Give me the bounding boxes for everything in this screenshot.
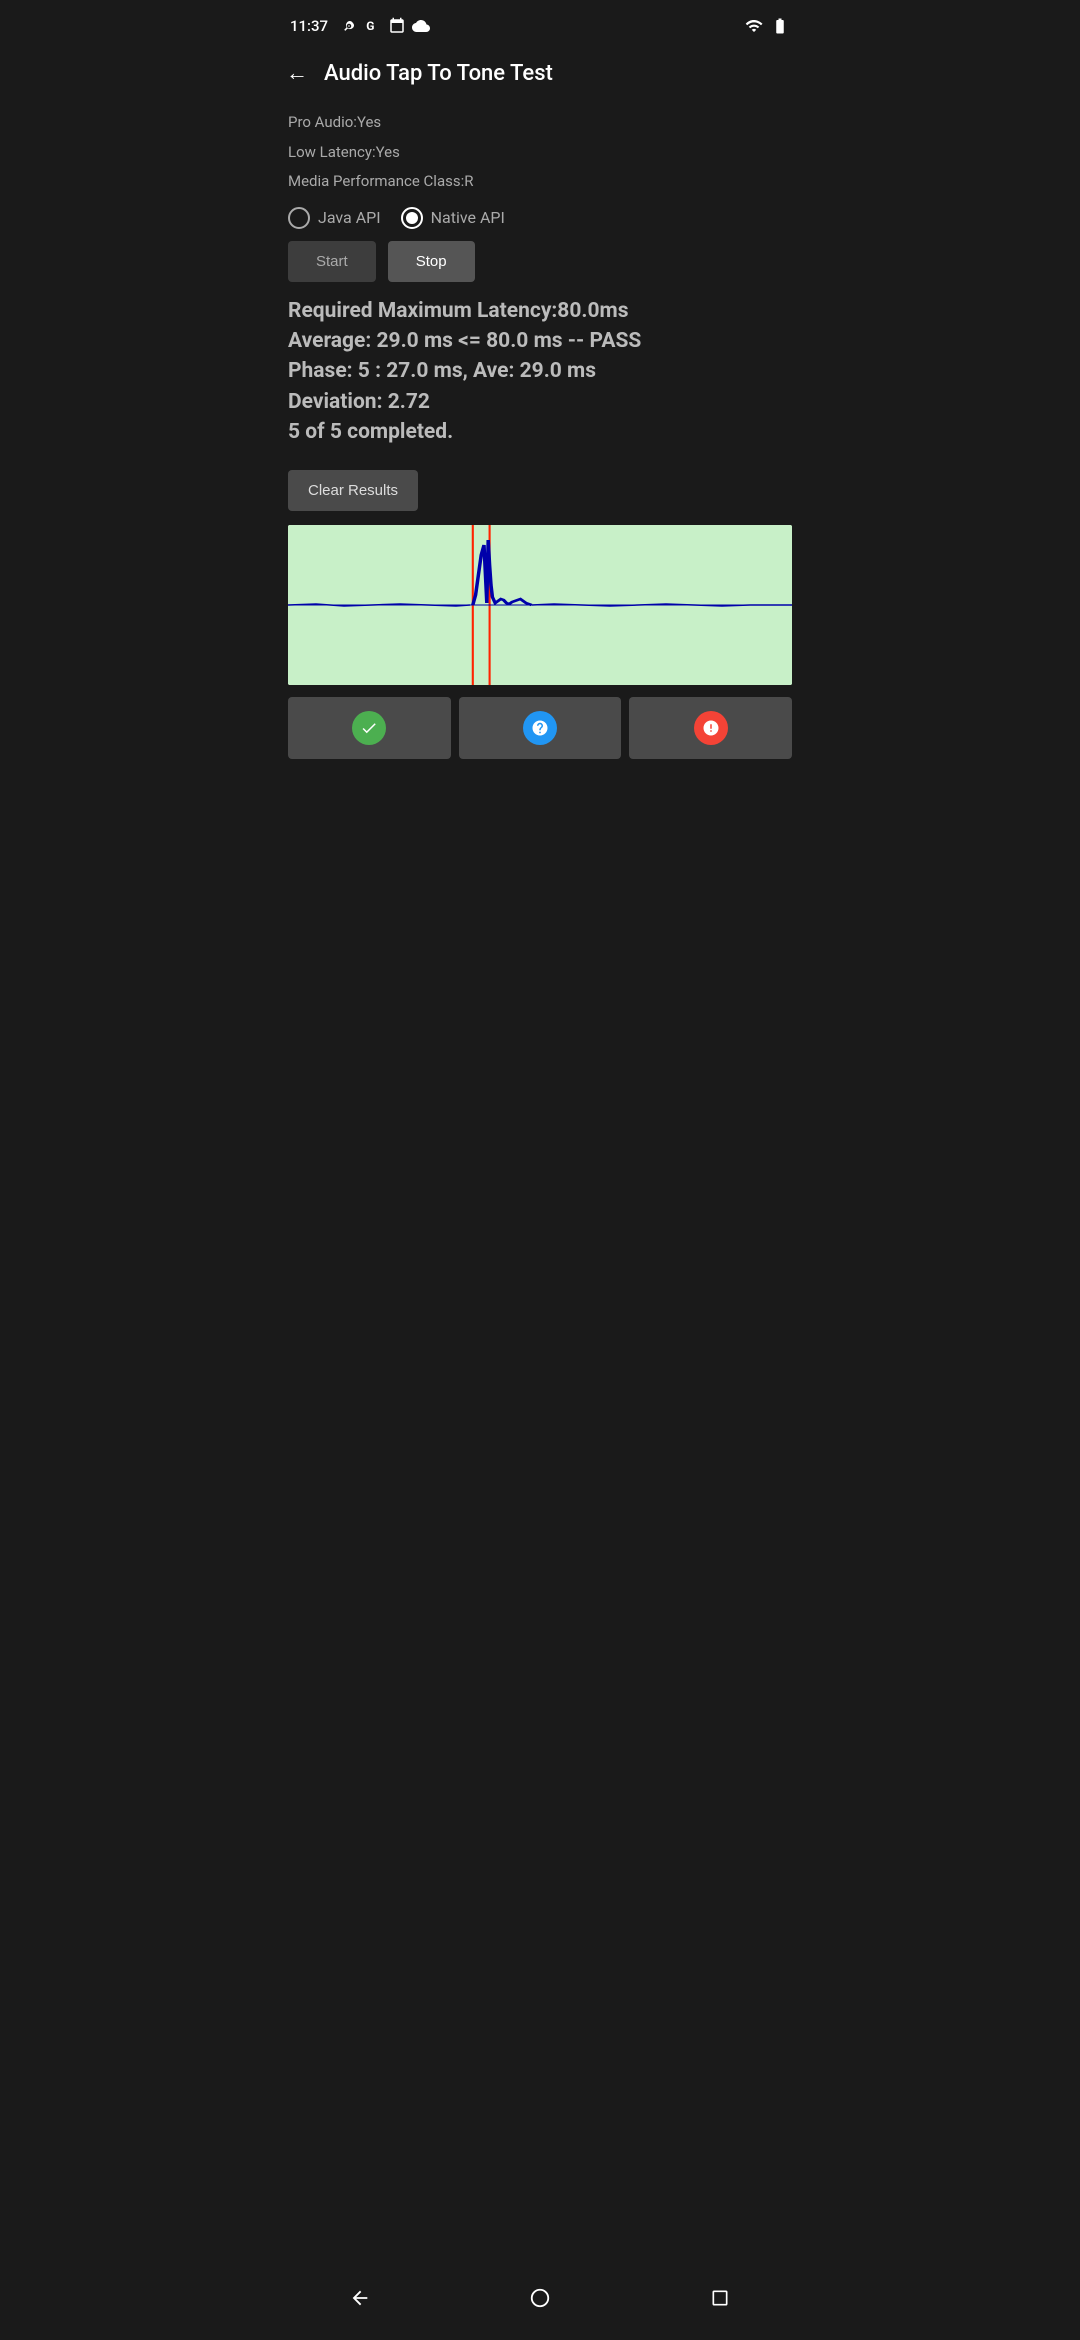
- app-title: Audio Tap To Tone Test: [324, 61, 553, 86]
- result-line-3: Phase: 5 : 27.0 ms, Ave: 29.0 ms: [288, 356, 792, 386]
- navigation-bar: [270, 2266, 810, 2340]
- question-icon: [523, 711, 557, 745]
- result-line-2: Average: 29.0 ms <= 80.0 ms -- PASS: [288, 326, 792, 356]
- status-icons-right: [744, 17, 790, 35]
- home-nav-icon: [529, 2287, 551, 2309]
- back-nav-icon: [349, 2287, 371, 2309]
- native-api-option[interactable]: Native API: [401, 207, 505, 229]
- pass-status-button[interactable]: [288, 697, 451, 759]
- status-bar: 11:37 G: [270, 0, 810, 48]
- help-icon: [531, 719, 549, 737]
- status-icons-left: G: [340, 17, 430, 35]
- recents-nav-button[interactable]: [695, 2280, 745, 2316]
- warning-status-button[interactable]: [629, 697, 792, 759]
- app-bar: ← Audio Tap To Tone Test: [270, 48, 810, 102]
- content-area: Pro Audio:Yes Low Latency:Yes Media Perf…: [270, 102, 810, 2266]
- cloud-icon: [412, 17, 430, 35]
- device-info: Pro Audio:Yes Low Latency:Yes Media Perf…: [288, 110, 792, 195]
- stop-button[interactable]: Stop: [388, 241, 475, 282]
- low-latency-label: Low Latency:Yes: [288, 140, 792, 166]
- home-nav-button[interactable]: [515, 2280, 565, 2316]
- clear-results-button[interactable]: Clear Results: [288, 470, 418, 511]
- api-radio-group: Java API Native API: [288, 207, 792, 229]
- result-line-4: Deviation: 2.72: [288, 387, 792, 417]
- java-api-radio[interactable]: [288, 207, 310, 229]
- checkmark-icon: [360, 719, 378, 737]
- pass-icon: [352, 711, 386, 745]
- svg-text:G: G: [366, 19, 374, 33]
- warning-icon: [694, 711, 728, 745]
- control-buttons: Start Stop: [288, 241, 792, 282]
- java-api-option[interactable]: Java API: [288, 207, 381, 229]
- native-api-radio[interactable]: [401, 207, 423, 229]
- result-line-1: Required Maximum Latency:80.0ms: [288, 296, 792, 326]
- waveform-display: [288, 525, 792, 685]
- java-api-label: Java API: [318, 208, 381, 227]
- status-time: 11:37: [290, 17, 328, 35]
- fan-icon: [340, 17, 358, 35]
- results-display: Required Maximum Latency:80.0ms Average:…: [288, 296, 792, 448]
- google-icon: G: [364, 17, 382, 35]
- pro-audio-label: Pro Audio:Yes: [288, 110, 792, 136]
- recents-nav-icon: [710, 2288, 730, 2308]
- media-perf-label: Media Performance Class:R: [288, 169, 792, 195]
- back-nav-button[interactable]: [335, 2280, 385, 2316]
- native-api-label: Native API: [431, 208, 505, 227]
- waveform-svg: [288, 525, 792, 685]
- back-button[interactable]: ←: [286, 60, 308, 86]
- exclamation-icon: [702, 719, 720, 737]
- calendar-icon: [388, 17, 406, 35]
- battery-icon: [770, 17, 790, 35]
- start-button[interactable]: Start: [288, 241, 376, 282]
- status-buttons-row: [288, 697, 792, 759]
- result-line-5: 5 of 5 completed.: [288, 417, 792, 447]
- wifi-icon: [744, 17, 764, 35]
- question-status-button[interactable]: [459, 697, 622, 759]
